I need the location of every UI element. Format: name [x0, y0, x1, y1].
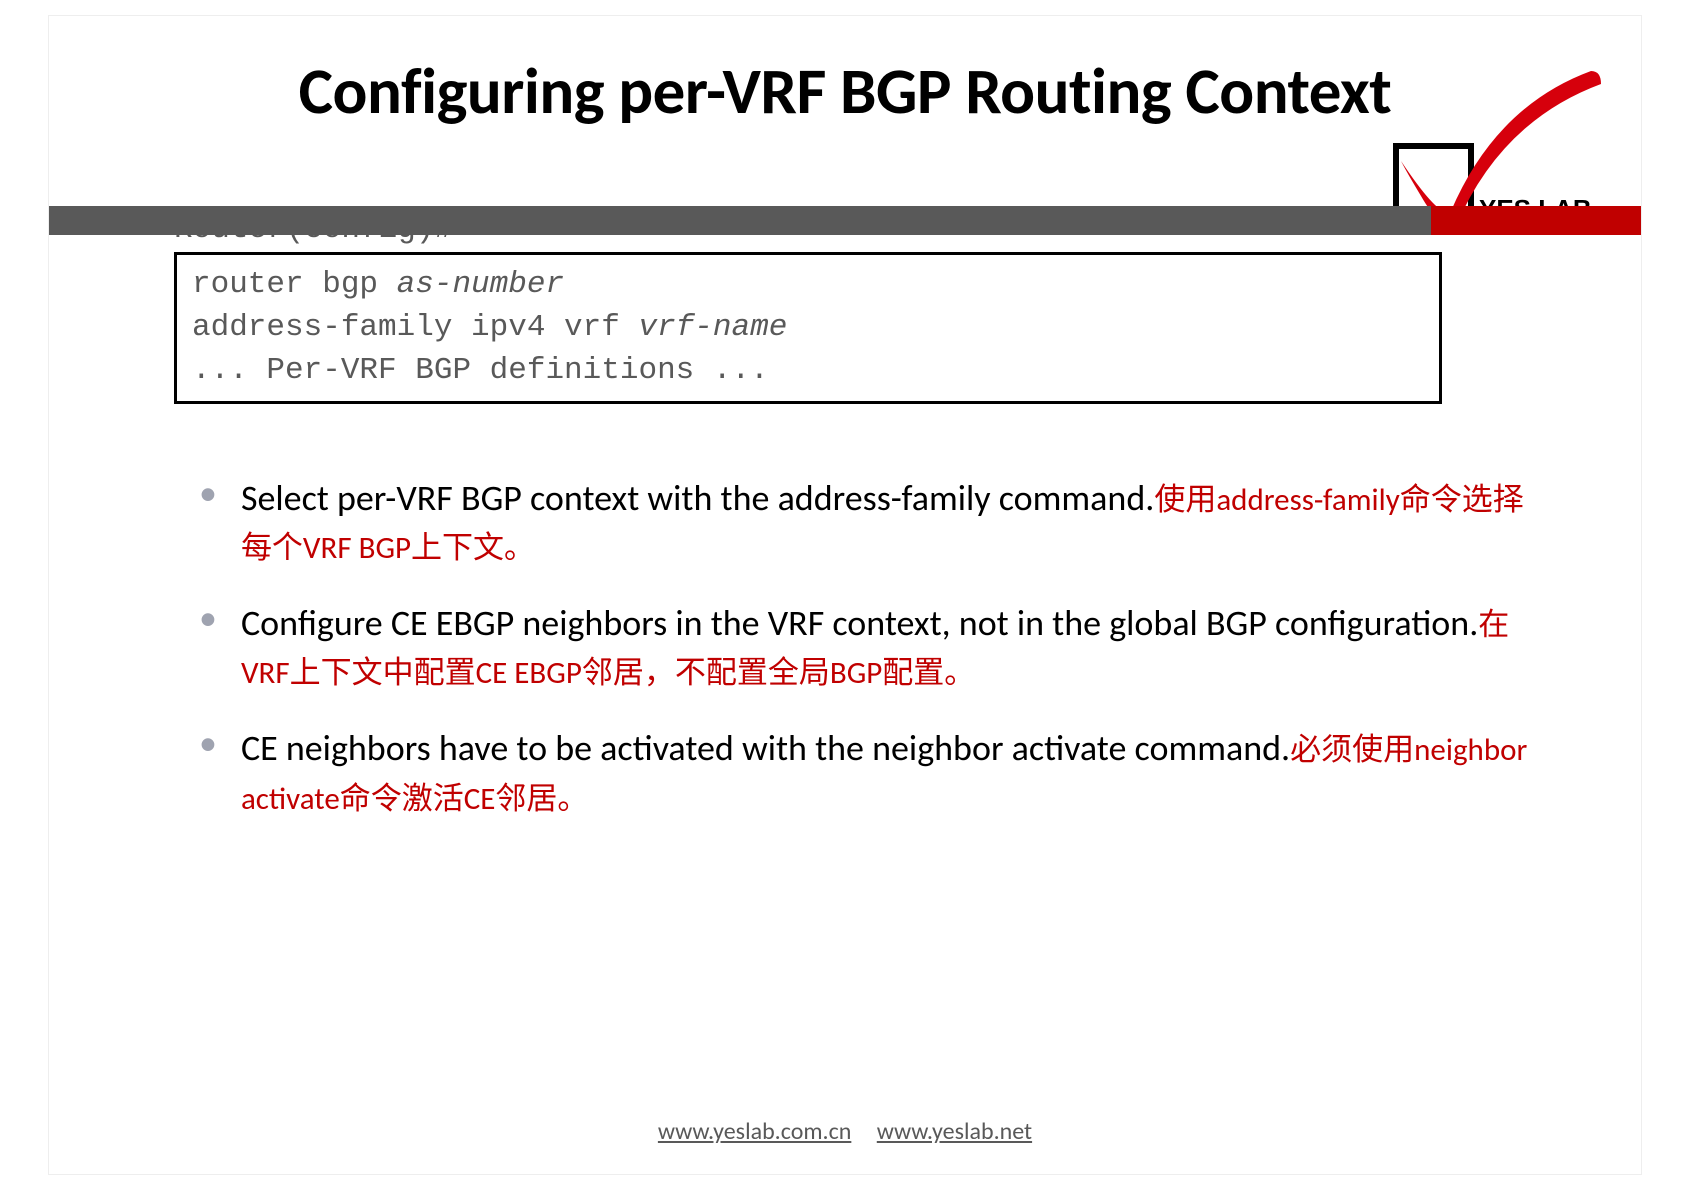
footer: www.yeslab.com.cn www.yeslab.net [49, 1117, 1641, 1146]
list-item: • Select per-VRF BGP context with the ad… [199, 474, 1541, 571]
bullet-text-3: CE neighbors have to be activated with t… [241, 724, 1541, 821]
bullet-icon: • [199, 474, 217, 571]
bullet-list: • Select per-VRF BGP context with the ad… [199, 474, 1541, 822]
footer-link-2[interactable]: www.yeslab.net [877, 1117, 1032, 1146]
bullet-text-2: Configure CE EBGP neighbors in the VRF c… [241, 599, 1541, 696]
list-item: • Configure CE EBGP neighbors in the VRF… [199, 599, 1541, 696]
bullet-text-1: Select per-VRF BGP context with the addr… [241, 474, 1541, 571]
bullet-icon: • [199, 599, 217, 696]
bullet-icon: • [199, 724, 217, 821]
divider-bar [49, 206, 1641, 235]
code-box: router bgp as-number address-family ipv4… [174, 252, 1442, 404]
list-item: • CE neighbors have to be activated with… [199, 724, 1541, 821]
code-line-2: address-family ipv4 vrf vrf-name [192, 306, 1424, 349]
footer-link-1[interactable]: www.yeslab.com.cn [658, 1117, 851, 1146]
code-line-1: router bgp as-number [192, 263, 1424, 306]
code-line-3: ... Per-VRF BGP definitions ... [192, 349, 1424, 392]
slide-container: Configuring per-VRF BGP Routing Context … [48, 15, 1642, 1175]
